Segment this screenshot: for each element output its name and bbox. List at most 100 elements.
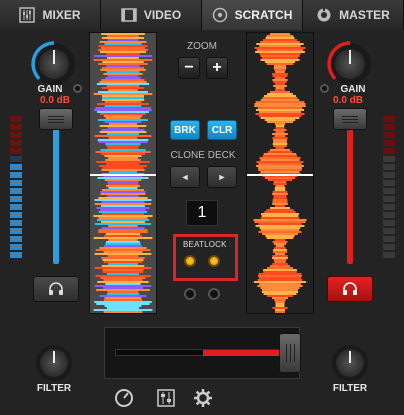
- vu-segment: [10, 172, 22, 178]
- waveform-slice: [95, 249, 151, 251]
- waveform-slice: [106, 85, 140, 87]
- waveform-slice: [99, 81, 147, 83]
- right-gain-knob[interactable]: [326, 40, 374, 88]
- waveform-slice: [101, 33, 145, 35]
- waveform-slice: [272, 297, 288, 299]
- waveform-slice: [102, 269, 144, 271]
- waveform-slice: [256, 43, 304, 45]
- tab-master-label: MASTER: [339, 8, 390, 22]
- zoom-in-button[interactable]: +: [206, 57, 228, 79]
- clone-right-button[interactable]: ►: [207, 166, 237, 188]
- waveform-slice: [260, 117, 300, 119]
- left-filter-knob[interactable]: [34, 343, 74, 383]
- waveform-slice: [100, 51, 146, 53]
- waveform-slice: [273, 195, 287, 197]
- crossfader-handle[interactable]: [279, 333, 301, 373]
- right-headphone-button[interactable]: [327, 276, 373, 302]
- right-gain-value: 0.0 dB: [332, 95, 363, 106]
- waveform-slice: [106, 273, 140, 275]
- waveform-slice: [273, 81, 287, 83]
- waveform-slice: [261, 291, 299, 293]
- waveform-slice: [266, 63, 294, 65]
- right-waveform[interactable]: [246, 32, 314, 314]
- waveform-slice: [253, 281, 307, 283]
- waveform-slice: [106, 53, 140, 55]
- waveform-slice: [261, 215, 299, 217]
- waveform-slice: [273, 249, 287, 251]
- tab-master[interactable]: MASTER: [303, 0, 404, 30]
- waveform-slice: [100, 277, 146, 279]
- waveform-slice: [103, 279, 143, 281]
- clr-button[interactable]: CLR: [207, 120, 237, 140]
- left-gain-label: GAIN: [37, 84, 63, 95]
- waveform-slice: [258, 273, 302, 275]
- waveform-slice: [106, 163, 140, 165]
- gear-icon[interactable]: [193, 388, 213, 408]
- vu-segment: [10, 244, 22, 250]
- waveform-slice: [94, 199, 152, 201]
- vu-segment: [383, 212, 395, 218]
- mixer-settings-icon[interactable]: [156, 388, 176, 408]
- waveform-slice: [259, 227, 301, 229]
- vu-segment: [10, 180, 22, 186]
- vu-segment: [10, 236, 22, 242]
- waveform-slice: [259, 283, 301, 285]
- waveform-slice: [98, 91, 148, 93]
- waveform-slice: [100, 149, 146, 151]
- waveform-slice: [101, 87, 145, 89]
- waveform-slice: [98, 197, 148, 199]
- left-volume-fader[interactable]: [39, 108, 73, 130]
- waveform-slice: [274, 247, 286, 249]
- waveform-slice: [105, 283, 141, 285]
- waveform-slice: [101, 37, 145, 39]
- waveform-slice: [107, 291, 139, 293]
- vu-segment: [383, 156, 395, 162]
- waveform-slice: [258, 277, 302, 279]
- waveform-slice: [108, 187, 138, 189]
- left-headphone-button[interactable]: [33, 276, 79, 302]
- waveform-slice: [103, 115, 143, 117]
- waveform-slice: [275, 309, 285, 311]
- waveform-slice: [264, 61, 296, 63]
- zoom-out-button[interactable]: −: [178, 57, 200, 79]
- waveform-slice: [274, 135, 286, 137]
- waveform-slice: [253, 219, 307, 221]
- left-waveform[interactable]: [89, 32, 157, 314]
- aux-left-toggle[interactable]: [184, 288, 196, 300]
- waveform-slice: [274, 77, 286, 79]
- waveform-slice: [275, 147, 285, 149]
- waveform-slice: [264, 119, 296, 121]
- right-filter-knob[interactable]: [330, 343, 370, 383]
- left-gain-value: 0.0 dB: [39, 95, 70, 106]
- aux-right-toggle[interactable]: [208, 288, 220, 300]
- waveform-slice: [264, 211, 296, 213]
- tab-video[interactable]: VIDEO: [101, 0, 202, 30]
- waveform-slice: [103, 235, 143, 237]
- sync-dial-icon[interactable]: [114, 388, 134, 408]
- waveform-slice: [101, 265, 145, 267]
- tab-bar: MIXER VIDEO SCRATCH MASTER: [0, 0, 404, 30]
- waveform-slice: [263, 271, 297, 273]
- waveform-slice: [275, 185, 285, 187]
- vu-segment: [10, 140, 22, 146]
- vu-segment: [10, 148, 22, 154]
- beatlock-right-toggle[interactable]: [208, 255, 220, 267]
- waveform-slice: [93, 237, 153, 239]
- tab-mixer[interactable]: MIXER: [0, 0, 101, 30]
- waveform-slice: [275, 87, 285, 89]
- waveform-slice: [104, 245, 142, 247]
- beatlock-left-toggle[interactable]: [184, 255, 196, 267]
- waveform-slice: [93, 215, 153, 217]
- right-volume-fader[interactable]: [333, 108, 367, 130]
- left-gain-knob[interactable]: [30, 40, 78, 88]
- waveform-slice: [265, 37, 295, 39]
- clone-left-button[interactable]: ◄: [170, 166, 200, 188]
- brk-button[interactable]: BRK: [170, 120, 200, 140]
- waveform-slice: [102, 167, 144, 169]
- tab-scratch[interactable]: SCRATCH: [202, 0, 303, 30]
- waveform-slice: [100, 69, 146, 71]
- waveform-slice: [262, 233, 298, 235]
- waveform-slice: [107, 39, 139, 41]
- waveform-slice: [275, 205, 285, 207]
- waveform-slice: [272, 263, 288, 265]
